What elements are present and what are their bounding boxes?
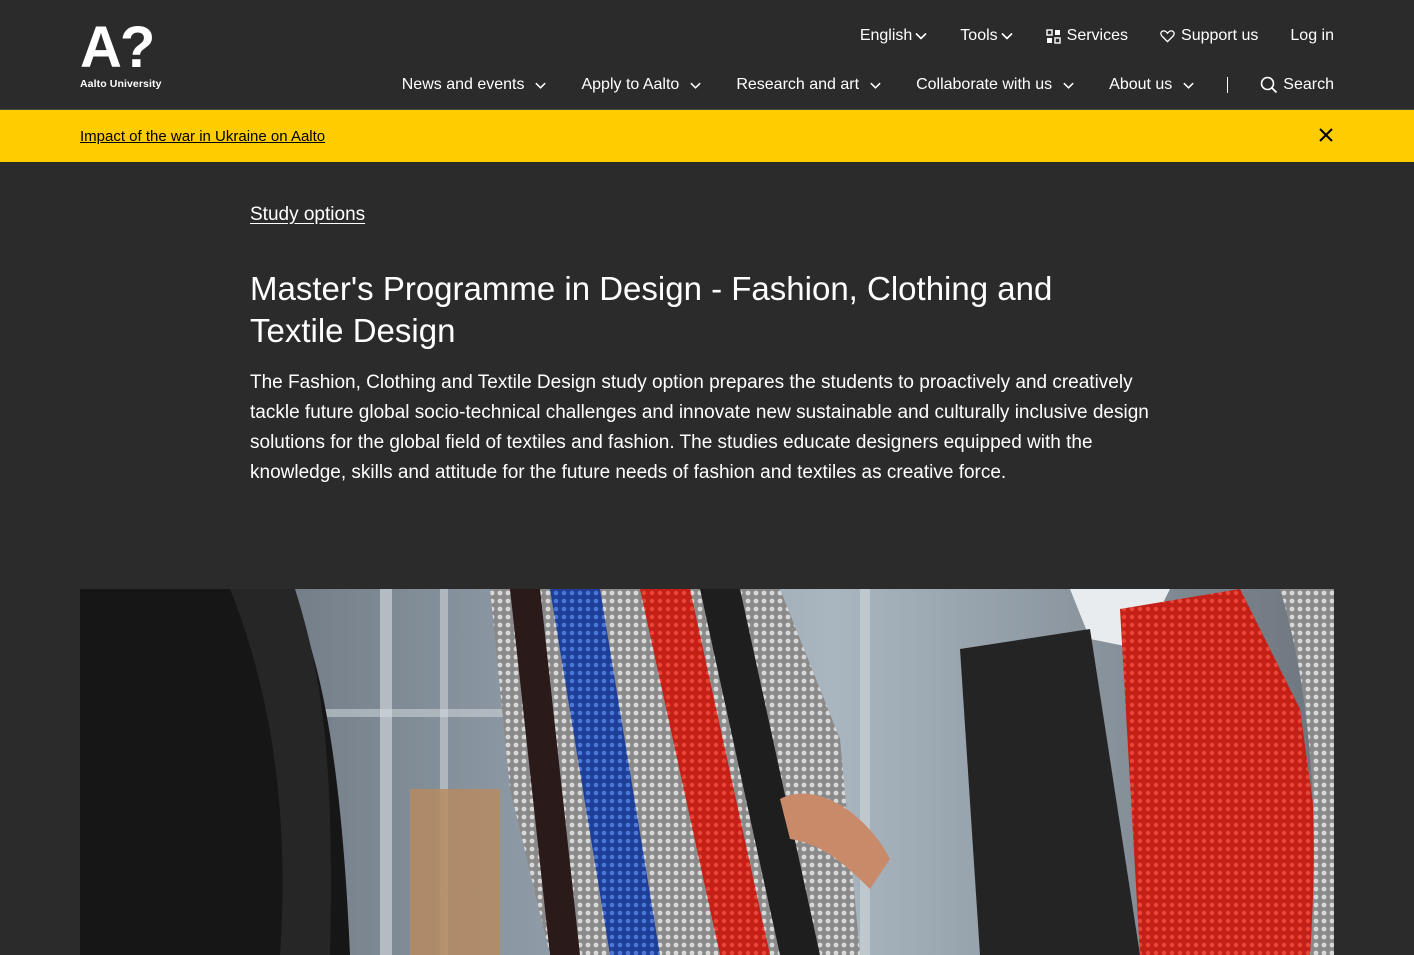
heart-icon: [1160, 30, 1175, 43]
nav-label: Apply to Aalto: [581, 76, 680, 93]
chevron-down-icon: [915, 32, 927, 40]
support-label: Support us: [1181, 27, 1259, 44]
nav-divider: [1227, 77, 1229, 93]
support-us-link[interactable]: Support us: [1160, 27, 1258, 45]
breadcrumb-study-options[interactable]: Study options: [250, 204, 365, 226]
search-button[interactable]: Search: [1260, 76, 1334, 94]
log-in-link[interactable]: Log in: [1290, 27, 1334, 45]
nav-label: Collaborate with us: [916, 76, 1053, 93]
services-label: Services: [1066, 27, 1129, 44]
alert-banner: Impact of the war in Ukraine on Aalto: [0, 110, 1414, 162]
lead-paragraph: The Fashion, Clothing and Textile Design…: [250, 372, 1149, 483]
hero-image: [80, 589, 1334, 955]
nav-about-us[interactable]: About us: [1109, 76, 1195, 94]
nav-label: News and events: [401, 76, 525, 93]
tools-menu[interactable]: Tools: [960, 27, 1013, 45]
tools-label: Tools: [960, 27, 998, 44]
search-label: Search: [1283, 76, 1334, 93]
search-icon: [1260, 76, 1278, 94]
aalto-logo[interactable]: A? Aalto University: [80, 15, 170, 94]
chevron-down-icon: [1063, 82, 1074, 89]
nav-label: Research and art: [736, 76, 860, 93]
close-icon[interactable]: [1318, 127, 1334, 143]
logo-mark: A?: [80, 15, 155, 80]
site-header: A? Aalto University English Tools Servic…: [0, 0, 1414, 110]
language-label: English: [859, 27, 913, 44]
chevron-down-icon: [1183, 82, 1194, 89]
chevron-down-icon: [870, 82, 881, 89]
logo-text: Aalto University: [80, 78, 162, 90]
chevron-down-icon: [535, 82, 547, 89]
services-link[interactable]: Services: [1045, 27, 1129, 45]
main-nav: News and events Apply to Aalto Research …: [402, 72, 1334, 98]
utility-nav: English Tools Services Support us Log in: [860, 24, 1334, 48]
nav-collaborate-with-us[interactable]: Collaborate with us: [916, 76, 1075, 94]
nav-news-and-events[interactable]: News and events: [402, 76, 548, 94]
language-selector[interactable]: English: [860, 27, 928, 45]
chevron-down-icon: [1001, 32, 1013, 40]
hero-illustration: [80, 589, 1334, 955]
alert-link[interactable]: Impact of the war in Ukraine on Aalto: [80, 128, 325, 145]
grid-icon: [1045, 28, 1061, 44]
nav-apply-to-aalto[interactable]: Apply to Aalto: [581, 76, 702, 94]
nav-research-and-art[interactable]: Research and art: [736, 76, 882, 94]
login-label: Log in: [1290, 27, 1334, 44]
chevron-down-icon: [690, 82, 701, 89]
page-title: Master's Programme in Design - Fashion, …: [250, 270, 1053, 349]
nav-label: About us: [1109, 76, 1173, 93]
